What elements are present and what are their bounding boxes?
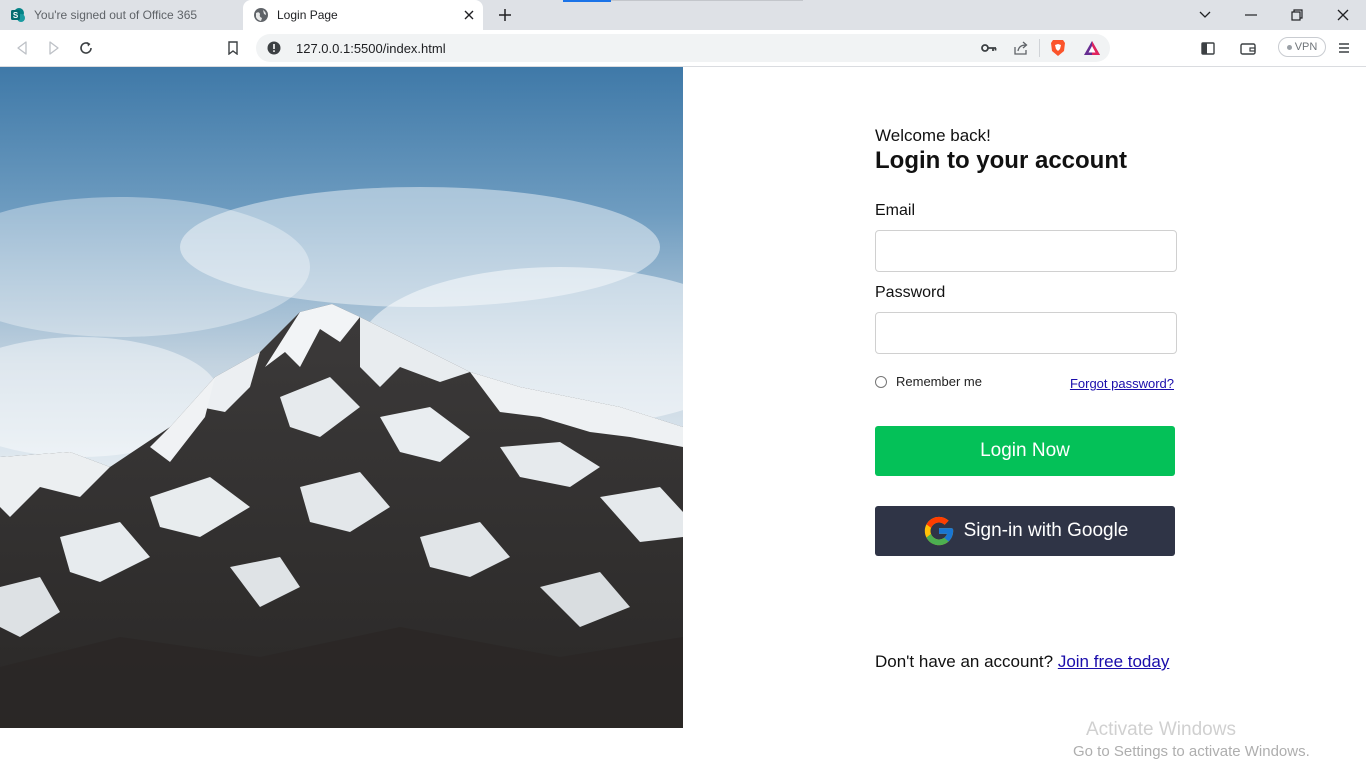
restore-icon[interactable] bbox=[1274, 0, 1320, 30]
remember-me-radio[interactable] bbox=[875, 375, 887, 388]
back-icon[interactable] bbox=[10, 36, 34, 60]
page-title: Login to your account bbox=[875, 147, 1127, 174]
loading-track bbox=[611, 0, 803, 1]
menu-icon[interactable] bbox=[1332, 36, 1356, 60]
brave-rewards-icon[interactable] bbox=[1078, 34, 1106, 62]
globe-icon bbox=[254, 8, 268, 22]
address-bar[interactable]: 127.0.0.1:5500/index.html bbox=[256, 34, 1110, 62]
close-tab-icon[interactable] bbox=[459, 5, 479, 25]
activate-windows-subtitle: Go to Settings to activate Windows. bbox=[1073, 743, 1310, 760]
welcome-text: Welcome back! bbox=[875, 126, 991, 145]
google-button-label: Sign-in with Google bbox=[963, 520, 1129, 541]
page-content: Welcome back! Login to your account Emai… bbox=[0, 67, 1366, 760]
login-button-label: Login Now bbox=[980, 440, 1070, 461]
divider bbox=[1039, 39, 1040, 57]
email-label: Email bbox=[875, 202, 916, 219]
tab-strip: S You're signed out of Office 365 Login … bbox=[0, 0, 1366, 30]
password-label: Password bbox=[875, 284, 946, 301]
sidebar-toggle-icon[interactable] bbox=[1196, 36, 1220, 60]
google-signin-button[interactable]: Sign-in with Google bbox=[875, 506, 1175, 556]
remember-me: Remember me bbox=[875, 374, 982, 389]
tab-search-chevron-icon[interactable] bbox=[1182, 0, 1228, 30]
brave-shields-icon[interactable] bbox=[1044, 34, 1072, 62]
forgot-password-link[interactable]: Forgot password? bbox=[1070, 376, 1174, 391]
vpn-label: VPN bbox=[1294, 41, 1318, 53]
tab-office365[interactable]: S You're signed out of Office 365 bbox=[0, 0, 240, 30]
minimize-icon[interactable] bbox=[1228, 0, 1274, 30]
new-tab-icon[interactable] bbox=[495, 5, 515, 25]
mountain-image bbox=[0, 67, 683, 728]
url-text: 127.0.0.1:5500/index.html bbox=[296, 40, 446, 56]
close-window-icon[interactable] bbox=[1320, 0, 1366, 30]
share-icon[interactable] bbox=[1007, 34, 1035, 62]
sharepoint-icon: S bbox=[11, 8, 25, 22]
google-icon bbox=[924, 516, 953, 546]
password-field[interactable] bbox=[875, 312, 1177, 354]
forward-icon[interactable] bbox=[42, 36, 66, 60]
login-button[interactable]: Login Now bbox=[875, 426, 1175, 476]
browser-toolbar: 127.0.0.1:5500/index.html VPN bbox=[0, 30, 1366, 67]
wallet-icon[interactable] bbox=[1236, 36, 1260, 60]
vpn-button[interactable]: VPN bbox=[1278, 37, 1326, 57]
loading-indicator bbox=[563, 0, 611, 2]
signup-link[interactable]: Join free today bbox=[1058, 652, 1170, 671]
vpn-status-icon bbox=[1286, 44, 1292, 50]
info-icon[interactable] bbox=[260, 34, 288, 62]
tab-login-page[interactable]: Login Page bbox=[243, 0, 483, 30]
activate-windows-title: Activate Windows bbox=[1086, 719, 1236, 740]
key-icon[interactable] bbox=[975, 34, 1003, 62]
svg-text:S: S bbox=[13, 11, 19, 20]
tab-title: Login Page bbox=[277, 8, 338, 22]
remember-me-label: Remember me bbox=[896, 374, 982, 389]
signup-prompt-text: Don't have an account? bbox=[875, 652, 1054, 671]
email-field[interactable] bbox=[875, 230, 1177, 272]
reload-icon[interactable] bbox=[74, 36, 98, 60]
bookmark-icon[interactable] bbox=[221, 36, 245, 60]
signup-prompt: Don't have an account? Join free today bbox=[875, 652, 1169, 672]
tab-title: You're signed out of Office 365 bbox=[34, 8, 198, 22]
